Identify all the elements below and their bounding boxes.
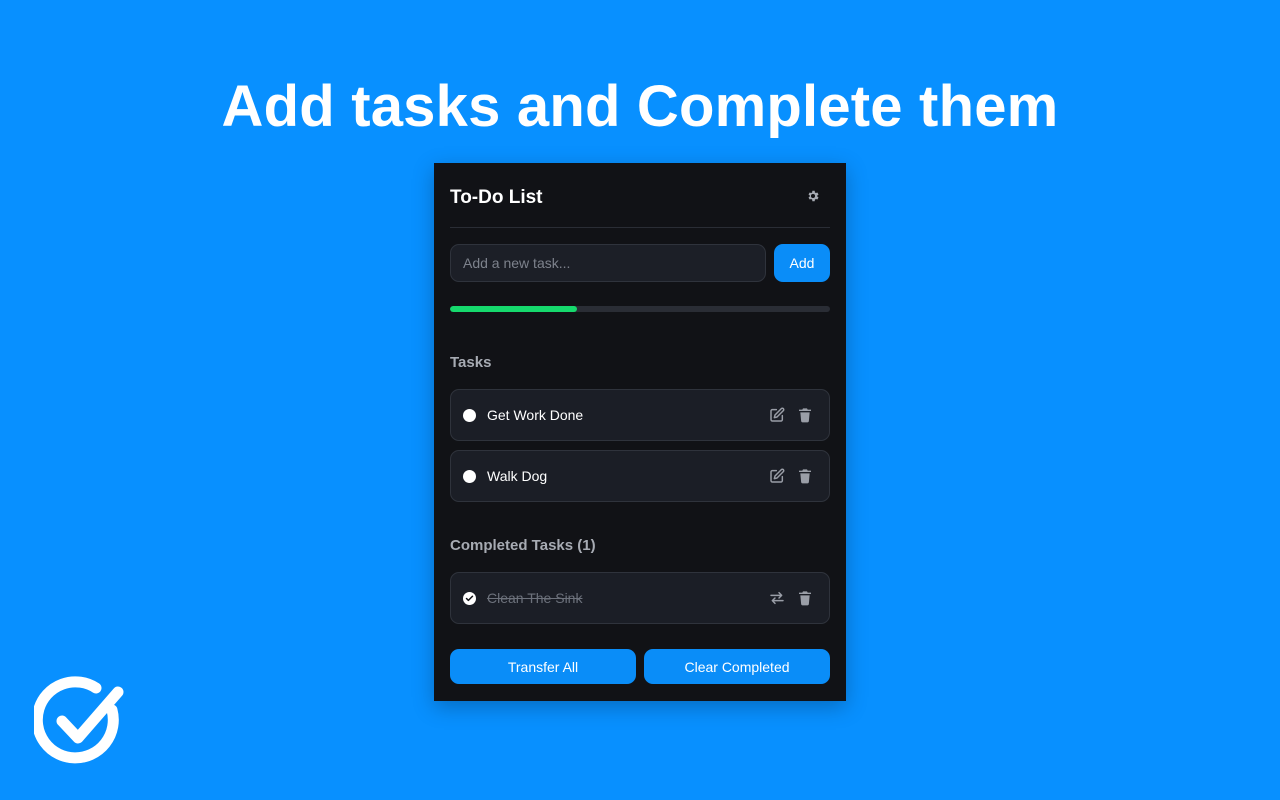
progress-bar: [450, 306, 830, 312]
trash-icon[interactable]: [797, 590, 813, 606]
clear-completed-button[interactable]: Clear Completed: [644, 649, 830, 684]
task-label: Walk Dog: [487, 468, 548, 484]
task-item[interactable]: Get Work Done: [450, 389, 830, 441]
edit-icon[interactable]: [769, 468, 785, 484]
task-complete-toggle[interactable]: [463, 470, 476, 483]
hero-title: Add tasks and Complete them: [221, 74, 1059, 139]
task-label: Get Work Done: [487, 407, 584, 423]
panel-title: To-Do List: [450, 187, 543, 208]
tasks-heading: Tasks: [450, 354, 492, 371]
page: Add tasks and Complete them To-Do List A…: [0, 0, 1280, 800]
transfer-icon[interactable]: [769, 590, 785, 606]
trash-icon[interactable]: [797, 407, 813, 423]
gear-icon[interactable]: [806, 189, 820, 203]
task-item[interactable]: Walk Dog: [450, 450, 830, 502]
transfer-all-button[interactable]: Transfer All: [450, 649, 636, 684]
check-logo-icon: [31, 674, 128, 768]
completed-task-label: Clean The Sink: [487, 590, 583, 606]
edit-icon[interactable]: [769, 407, 785, 423]
todo-panel: To-Do List Add Tasks Get Work Done: [434, 163, 846, 701]
new-task-input[interactable]: [450, 244, 766, 282]
add-task-row: Add: [450, 244, 830, 282]
completed-heading: Completed Tasks (1): [450, 537, 596, 554]
trash-icon[interactable]: [797, 468, 813, 484]
panel-header: To-Do List: [450, 163, 830, 228]
progress-fill: [450, 306, 577, 312]
add-task-button[interactable]: Add: [774, 244, 830, 282]
completed-task-item[interactable]: Clean The Sink: [450, 572, 830, 624]
task-complete-toggle[interactable]: [463, 409, 476, 422]
check-circle-icon[interactable]: [463, 592, 476, 605]
